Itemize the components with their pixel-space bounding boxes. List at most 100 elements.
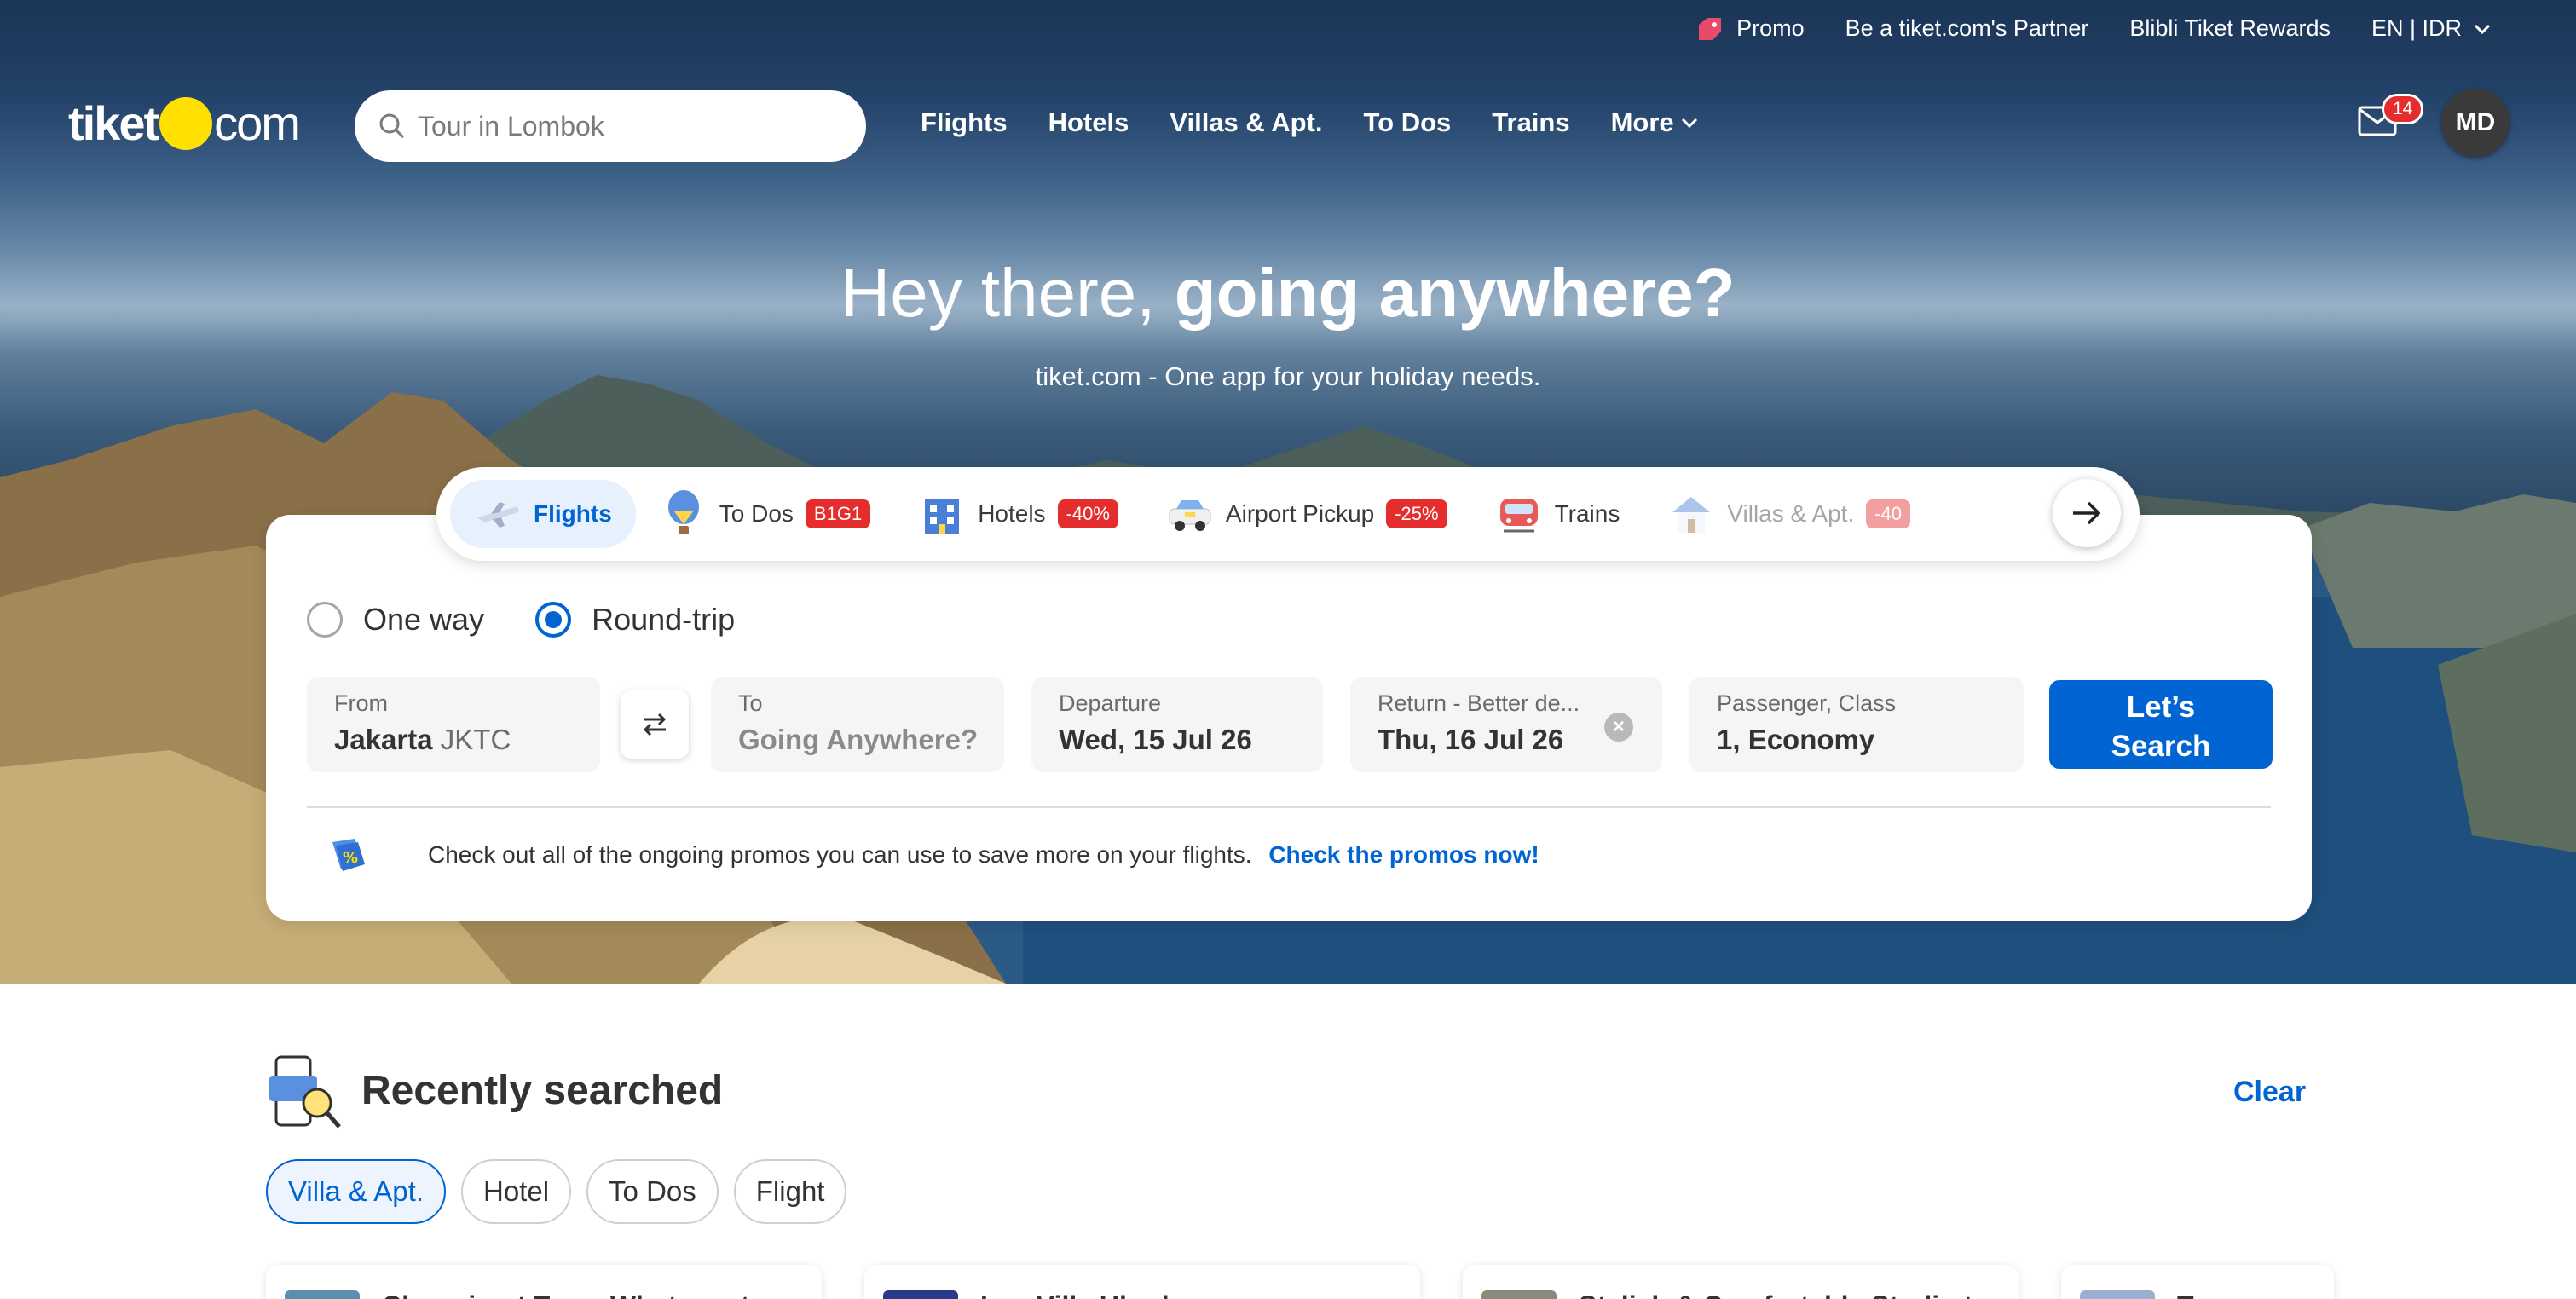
recent-card-thumbnail [285, 1290, 360, 1299]
villa-house-icon [1667, 490, 1715, 538]
recent-card[interactable]: Lux Villa Ubud [864, 1265, 1420, 1299]
passenger-field[interactable]: Passenger, Class 1, Economy [1689, 677, 2024, 772]
return-field[interactable]: Return - Better de... Thu, 16 Jul 26 × [1350, 677, 1662, 772]
from-city: Jakarta [334, 724, 433, 755]
tab-trains-label: Trains [1554, 500, 1620, 527]
card-divider [307, 806, 2271, 808]
trip-one-way-label: One way [363, 602, 485, 637]
inbox-badge: 14 [2382, 94, 2424, 124]
recent-card-title: Stylish & Comfortable Studio t [1579, 1290, 1972, 1299]
chip-todos[interactable]: To Dos [586, 1159, 719, 1224]
search-input[interactable] [418, 110, 827, 142]
recent-card-title: Charming t Town Whatever t [382, 1290, 749, 1299]
promo-tag-icon [1699, 17, 1722, 40]
to-placeholder: Going Anywhere? [738, 724, 979, 755]
passenger-label: Passenger, Class [1717, 690, 1897, 716]
trip-one-way[interactable]: One way [307, 602, 484, 638]
global-search[interactable] [355, 90, 866, 162]
recent-card-thumbnail [1481, 1290, 1557, 1299]
tab-trains[interactable]: Trains [1471, 480, 1644, 548]
search-icon [379, 113, 405, 139]
nav-more-label: More [1610, 107, 1674, 137]
product-tabs: Flights To Dos B1G1 Hotels -40% Airport … [436, 467, 2140, 561]
promo-link[interactable]: Promo [1695, 15, 1805, 42]
nav-flights[interactable]: Flights [921, 107, 1008, 138]
logo-dot [159, 96, 213, 150]
user-avatar[interactable]: MD [2441, 89, 2510, 157]
from-label: From [334, 690, 388, 716]
hero-headline: Hey there, going anywhere? [0, 254, 2576, 332]
promo-bar-text: Check out all of the ongoing promos you … [428, 841, 1252, 868]
nav-trains[interactable]: Trains [1492, 107, 1569, 138]
return-value: Thu, 16 Jul 26 [1378, 724, 1564, 755]
tab-todos-label: To Dos [719, 500, 794, 527]
trip-round-trip-label: Round-trip [592, 602, 736, 637]
nav-villas[interactable]: Villas & Apt. [1170, 107, 1322, 138]
utility-bar: Promo Be a tiket.com's Partner Blibli Ti… [1695, 15, 2491, 42]
promo-bar-link[interactable]: Check the promos now! [1268, 841, 1539, 868]
locale-label: EN | IDR [2371, 15, 2462, 41]
recent-filter-chips: Villa & Apt. Hotel To Dos Flight [266, 1159, 847, 1224]
recent-clear-button[interactable]: Clear [2233, 1076, 2306, 1109]
nav-hotels[interactable]: Hotels [1048, 107, 1129, 138]
nav-todos[interactable]: To Dos [1364, 107, 1452, 138]
recent-card-title: Lux Villa Ubud [980, 1290, 1170, 1299]
inbox-button[interactable]: 14 [2358, 94, 2424, 141]
departure-label: Departure [1059, 690, 1162, 716]
recent-card[interactable]: Stylish & Comfortable Studio t [1463, 1265, 2019, 1299]
tabs-scroll-next-button[interactable] [2053, 479, 2121, 547]
rewards-link[interactable]: Blibli Tiket Rewards [2129, 15, 2331, 42]
promo-label: Promo [1736, 15, 1805, 41]
headline-plain: Hey there, [840, 255, 1156, 331]
nav-more[interactable]: More [1611, 107, 1698, 138]
logo-text-right: com [214, 96, 301, 150]
recent-card-title: Tr [2177, 1290, 2203, 1299]
chip-flight[interactable]: Flight [733, 1159, 847, 1224]
chevron-down-icon [1681, 118, 1697, 129]
to-field[interactable]: To Going Anywhere? [711, 677, 1004, 772]
from-field[interactable]: From Jakarta JKTC [307, 677, 600, 772]
tiket-logo[interactable]: tiket com [68, 95, 301, 151]
arrow-right-icon [2073, 501, 2101, 525]
flight-search-card: One way Round-trip From Jakarta JKTC To … [266, 515, 2312, 921]
recent-card-thumbnail [883, 1290, 958, 1299]
airplane-icon [474, 490, 522, 538]
lets-search-button[interactable]: Let’s Search [2049, 680, 2273, 769]
from-value: Jakarta JKTC [334, 724, 573, 756]
tab-hotels[interactable]: Hotels -40% [894, 480, 1142, 548]
tab-flights[interactable]: Flights [450, 480, 636, 548]
chip-villa-apt[interactable]: Villa & Apt. [266, 1159, 446, 1224]
car-icon [1166, 490, 1214, 538]
clear-return-icon[interactable]: × [1604, 713, 1633, 742]
radio-one-way[interactable] [307, 602, 343, 638]
recent-card[interactable]: Tr [2061, 1265, 2334, 1299]
chevron-down-icon [2474, 24, 2491, 34]
logo-text-left: tiket [68, 96, 159, 150]
tab-hotels-label: Hotels [978, 500, 1046, 527]
hot-air-balloon-icon [660, 490, 708, 538]
from-code: JKTC [440, 724, 511, 755]
recent-cards-row: Charming t Town Whatever t Lux Villa Ubu… [266, 1265, 2334, 1299]
locale-selector[interactable]: EN | IDR [2371, 15, 2491, 42]
search-button-line1: Let’s [2126, 690, 2196, 724]
tab-todos-badge: B1G1 [805, 499, 871, 528]
tab-airport-pickup[interactable]: Airport Pickup -25% [1142, 480, 1471, 548]
tab-todos[interactable]: To Dos B1G1 [636, 480, 894, 548]
partner-link[interactable]: Be a tiket.com's Partner [1845, 15, 2089, 42]
chip-hotel[interactable]: Hotel [461, 1159, 572, 1224]
trip-round-trip[interactable]: Round-trip [535, 602, 735, 638]
svg-text:%: % [343, 849, 358, 867]
recent-card[interactable]: Charming t Town Whatever t [266, 1265, 822, 1299]
trip-type-selector: One way Round-trip [307, 602, 735, 638]
promo-bar: % Check out all of the ongoing promos yo… [326, 835, 1539, 875]
tab-flights-label: Flights [534, 500, 612, 527]
search-button-line2: Search [2111, 730, 2211, 763]
departure-field[interactable]: Departure Wed, 15 Jul 26 [1031, 677, 1323, 772]
return-label: Return - Better de... [1378, 690, 1580, 716]
swap-button[interactable] [621, 690, 689, 759]
main-nav: Flights Hotels Villas & Apt. To Dos Trai… [921, 107, 1698, 138]
tab-airport-pickup-label: Airport Pickup [1225, 500, 1375, 527]
tab-villas[interactable]: Villas & Apt. -40 [1643, 480, 1934, 548]
hero-subtitle: tiket.com - One app for your holiday nee… [1035, 361, 1541, 391]
radio-round-trip[interactable] [535, 602, 572, 638]
